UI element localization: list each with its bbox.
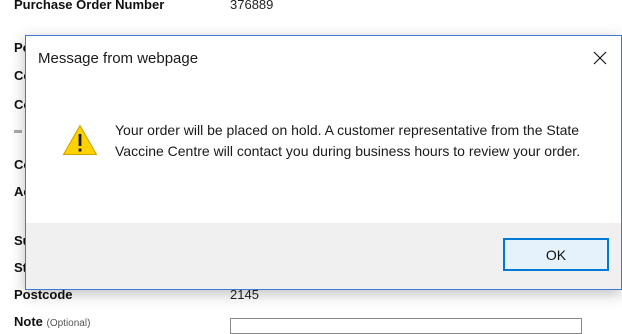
note-input[interactable]	[230, 318, 582, 334]
dialog-body: Your order will be placed on hold. A cus…	[26, 86, 621, 223]
dialog-footer: OK	[26, 223, 621, 289]
warning-icon	[62, 124, 98, 155]
close-button[interactable]	[579, 36, 621, 80]
purchase-order-value: 376889	[230, 0, 274, 12]
ok-button[interactable]: OK	[503, 238, 609, 271]
purchase-order-label: Purchase Order Number	[14, 0, 165, 12]
section-divider	[14, 130, 22, 133]
close-icon	[593, 51, 607, 65]
note-label-text: Note	[14, 314, 43, 329]
dialog-title: Message from webpage	[38, 50, 199, 67]
note-label: Note (Optional)	[14, 314, 90, 329]
dialog-message: Your order will be placed on hold. A cus…	[115, 122, 581, 159]
dialog-titlebar[interactable]: Message from webpage	[26, 36, 621, 86]
message-dialog: Message from webpage Your order will be …	[25, 35, 622, 290]
note-optional-hint: (Optional)	[46, 318, 91, 329]
